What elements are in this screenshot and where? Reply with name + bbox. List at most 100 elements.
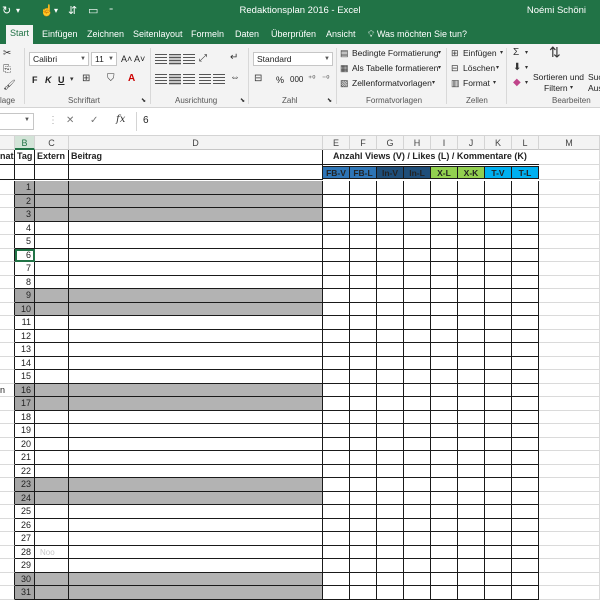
cell-h-day[interactable] (404, 357, 431, 370)
cell-k-day[interactable] (485, 532, 512, 546)
cell-d-day[interactable] (69, 478, 323, 492)
cell-g-day[interactable] (377, 181, 404, 195)
cell-l-day[interactable] (512, 222, 539, 235)
cell-e-day[interactable] (323, 262, 350, 276)
cell-f-day[interactable] (350, 235, 377, 249)
cell-l-day[interactable] (512, 249, 539, 262)
cell-d-day[interactable] (69, 573, 323, 586)
cell-a-day[interactable] (0, 478, 15, 492)
cell-l-day[interactable] (512, 411, 539, 424)
cell-i-day[interactable] (431, 303, 458, 316)
cell-f-day[interactable] (350, 505, 377, 519)
cell-f-day[interactable] (350, 465, 377, 478)
dialog-launcher-icon[interactable]: ⬊ (327, 95, 332, 107)
cell-c-day[interactable] (35, 357, 69, 370)
header-cell-tag[interactable]: Tag (15, 150, 35, 165)
cell-e-day[interactable] (323, 424, 350, 438)
cell-h-day[interactable] (404, 451, 431, 465)
cell-d-day[interactable] (69, 357, 323, 370)
cell-g-day[interactable] (377, 559, 404, 573)
cell-d-day[interactable] (69, 411, 323, 424)
cell-b-day[interactable]: 17 (15, 397, 35, 411)
cell-k-day[interactable] (485, 357, 512, 370)
cell-a-day[interactable] (0, 546, 15, 559)
cell-b-day[interactable]: 7 (15, 262, 35, 276)
cell-d-day[interactable] (69, 276, 323, 289)
cell-k-day[interactable] (485, 235, 512, 249)
cell-h-day[interactable] (404, 532, 431, 546)
cell-b-day[interactable]: 28 (15, 546, 35, 559)
subheader-cell-a[interactable] (0, 165, 15, 180)
grow-font-button[interactable]: A˄ (121, 53, 132, 65)
cell-b-day[interactable]: 1 (15, 181, 35, 195)
cell-m-day[interactable] (539, 330, 600, 343)
header-cell-extern[interactable]: Extern (35, 150, 69, 165)
cell-b-day[interactable]: 21 (15, 451, 35, 465)
cell-l-day[interactable] (512, 343, 539, 357)
cell-c-day[interactable] (35, 451, 69, 465)
user-name[interactable]: Noémi Schöni (527, 5, 586, 16)
cell-g-day[interactable] (377, 505, 404, 519)
cell-m-day[interactable] (539, 411, 600, 424)
cell-h-day[interactable] (404, 235, 431, 249)
cell-c-day[interactable] (35, 249, 69, 262)
cell-e-day[interactable] (323, 208, 350, 222)
cell-a-day[interactable] (0, 451, 15, 465)
cell-l-day[interactable] (512, 208, 539, 222)
cell-j-day[interactable] (458, 451, 485, 465)
cell-i-day[interactable] (431, 586, 458, 600)
cell-e-day[interactable] (323, 235, 350, 249)
worksheet-grid[interactable]: B C D E F G H I J K L M nat Tag Extern B… (0, 136, 600, 600)
cell-j-day[interactable] (458, 343, 485, 357)
cell-k-day[interactable] (485, 478, 512, 492)
cell-h-day[interactable] (404, 411, 431, 424)
cell-e-day[interactable] (323, 478, 350, 492)
cell-k-day[interactable] (485, 181, 512, 195)
font-name-dropdown[interactable]: Calibri ▼ (29, 52, 89, 66)
cell-m-day[interactable] (539, 492, 600, 505)
cell-f-day[interactable] (350, 438, 377, 451)
cell-j-day[interactable] (458, 303, 485, 316)
conditional-formatting-icon[interactable]: ▤ (340, 47, 349, 59)
cell-m-day[interactable] (539, 303, 600, 316)
cell-j-day[interactable] (458, 181, 485, 195)
cell-g-day[interactable] (377, 195, 404, 208)
column-header-g[interactable]: G (377, 136, 404, 150)
cell-h-day[interactable] (404, 505, 431, 519)
conditional-formatting-button[interactable]: Bedingte Formatierung (352, 47, 438, 59)
format-cells-button[interactable]: Format (463, 77, 490, 89)
column-header-a[interactable] (0, 136, 15, 150)
cell-e-day[interactable] (323, 276, 350, 289)
cell-g-day[interactable] (377, 438, 404, 451)
cell-a-day[interactable] (0, 519, 15, 532)
enter-icon[interactable]: ✓ (90, 115, 98, 126)
cell-e-day[interactable] (323, 357, 350, 370)
sort-filter-icon[interactable]: ⇅ (549, 45, 561, 59)
cell-j-day[interactable] (458, 559, 485, 573)
cell-c-day[interactable] (35, 492, 69, 505)
cell-e-day[interactable] (323, 181, 350, 195)
font-size-dropdown[interactable]: 11 ▼ (91, 52, 117, 66)
italic-button[interactable]: K (45, 74, 52, 86)
cell-g-day[interactable] (377, 397, 404, 411)
cell-i-day[interactable] (431, 505, 458, 519)
cell-g-day[interactable] (377, 343, 404, 357)
currency-icon[interactable]: ⊟ (254, 73, 262, 85)
cell-d-day[interactable] (69, 492, 323, 505)
cell-j-day[interactable] (458, 235, 485, 249)
cell-b-day[interactable]: 4 (15, 222, 35, 235)
cell-i-day[interactable] (431, 181, 458, 195)
cell-l-day[interactable] (512, 370, 539, 384)
column-header-l[interactable]: L (512, 136, 539, 150)
cell-g-day[interactable] (377, 586, 404, 600)
decrease-decimal-icon[interactable]: ⁻⁰ (322, 73, 329, 85)
cell-c-day[interactable] (35, 195, 69, 208)
cell-a-day[interactable] (0, 559, 15, 573)
align-left-icon[interactable] (155, 74, 167, 85)
cell-m-day[interactable] (539, 519, 600, 532)
cell-d-day[interactable] (69, 235, 323, 249)
cell-b-day[interactable]: 25 (15, 505, 35, 519)
cut-icon[interactable]: ✂ (3, 48, 11, 60)
cell-j-day[interactable] (458, 208, 485, 222)
column-header-m[interactable]: M (539, 136, 600, 150)
